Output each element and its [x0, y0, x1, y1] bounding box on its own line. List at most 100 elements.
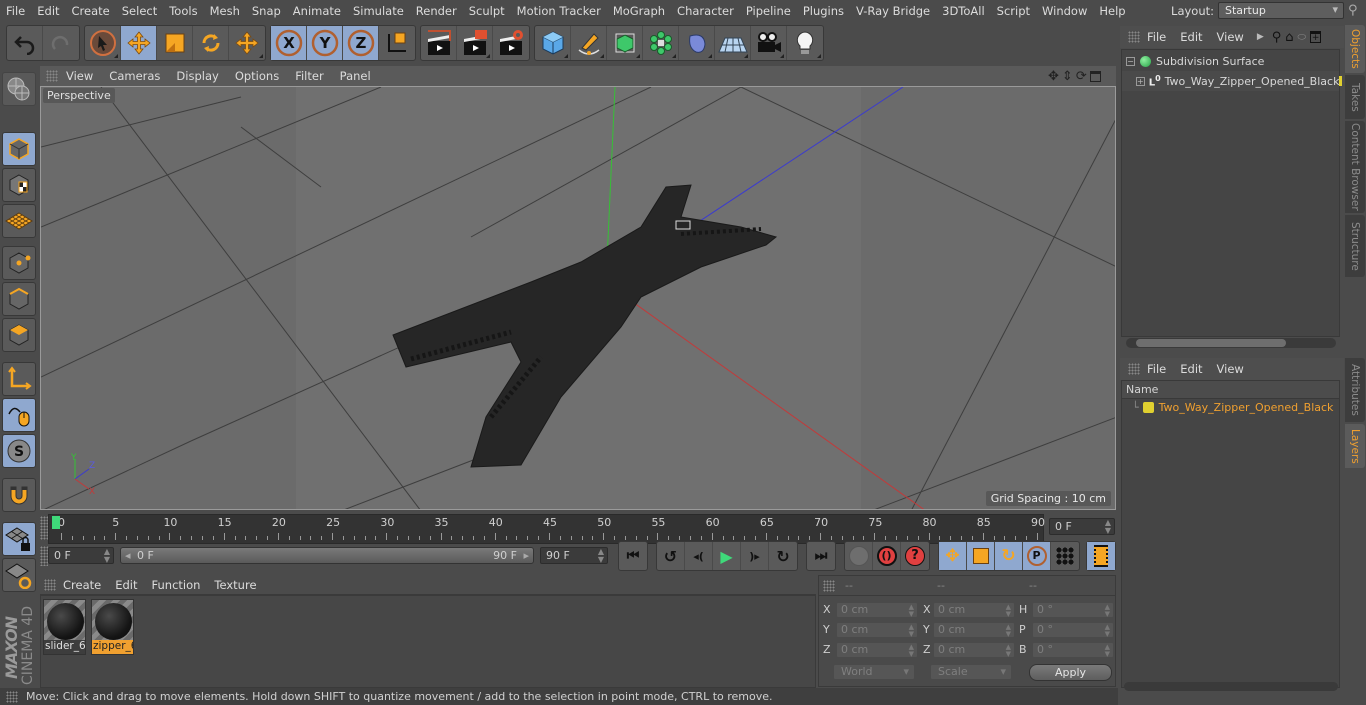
object-row-zipper[interactable]: + L0 Two_Way_Zipper_Opened_Black — [1122, 71, 1339, 91]
viewport-menu-display[interactable]: Display — [168, 69, 226, 83]
menu-mograph[interactable]: MoGraph — [607, 4, 671, 18]
menu-create[interactable]: Create — [66, 4, 116, 18]
model-mode-button[interactable] — [2, 132, 36, 166]
menu-render[interactable]: Render — [410, 4, 463, 18]
layer-panel-grip-icon[interactable] — [1128, 363, 1140, 375]
scroll-thumb[interactable] — [1136, 339, 1286, 347]
menu-sculpt[interactable]: Sculpt — [463, 4, 511, 18]
object-panel-grip-icon[interactable] — [1128, 31, 1140, 43]
cube-object-button[interactable] — [535, 26, 571, 60]
keyframe-selection-button[interactable]: ? — [901, 542, 929, 570]
menu-simulate[interactable]: Simulate — [347, 4, 410, 18]
viewport-menu-cameras[interactable]: Cameras — [101, 69, 168, 83]
menu-pipeline[interactable]: Pipeline — [740, 4, 797, 18]
play-button[interactable]: ▶ — [713, 542, 741, 570]
rotate-tool-button[interactable] — [193, 26, 229, 60]
filter-icon[interactable]: ⬭ — [1298, 32, 1307, 43]
prev-key-button[interactable]: ↺ — [657, 542, 685, 570]
tab-takes[interactable]: Takes — [1345, 75, 1365, 119]
home-icon[interactable]: ⌂ — [1285, 30, 1293, 45]
cloner-button[interactable] — [643, 26, 679, 60]
timeline-grip-icon[interactable] — [40, 516, 48, 540]
timeline-window-button[interactable] — [1087, 542, 1115, 570]
axis-mode-button[interactable] — [2, 362, 36, 396]
timeline-ruler[interactable]: 0 5 10 15 20 25 30 35 40 45 50 55 60 65 70 75 80 85 90 — [48, 514, 1045, 544]
menu-character[interactable]: Character — [671, 4, 740, 18]
layers-menu-file[interactable]: File — [1140, 362, 1173, 376]
tab-content-browser[interactable]: Content Browser — [1345, 121, 1365, 213]
expand-icon[interactable]: + — [1136, 76, 1145, 86]
points-mode-button[interactable] — [2, 246, 36, 280]
range-grip-icon[interactable] — [40, 546, 48, 566]
viewport-menu-panel[interactable]: Panel — [332, 69, 379, 83]
size-y-field[interactable]: 0 cm ▲ ▼ — [933, 622, 1015, 638]
move-tool-button[interactable] — [121, 26, 157, 60]
playhead[interactable] — [52, 516, 60, 529]
camera-button[interactable] — [751, 26, 787, 60]
texture-mode-button[interactable] — [2, 168, 36, 202]
pos-z-field[interactable]: 0 cm ▲ ▼ — [836, 642, 918, 658]
menu-3dtoall[interactable]: 3DToAll — [936, 4, 991, 18]
menu-motion-tracker[interactable]: Motion Tracker — [511, 4, 607, 18]
apply-button[interactable]: Apply — [1029, 664, 1112, 681]
current-frame-field[interactable]: 0 F ▲ ▼ — [1049, 518, 1115, 535]
y-axis-lock-button[interactable]: Y — [307, 26, 343, 60]
prev-frame-button[interactable]: ◂( — [685, 542, 713, 570]
object-row-subdivision-surface[interactable]: − Subdivision Surface — [1122, 51, 1339, 71]
goto-end-button[interactable]: ⏭ — [807, 542, 835, 570]
search-icon[interactable]: ⚲ — [1348, 3, 1366, 18]
menu-select[interactable]: Select — [116, 4, 163, 18]
edges-mode-button[interactable] — [2, 282, 36, 316]
viewport-menu-view[interactable]: View — [58, 69, 101, 83]
make-editable-button[interactable] — [2, 72, 36, 106]
new-window-icon[interactable]: + — [1310, 31, 1322, 43]
frame-range-slider[interactable]: ◂ 0 F 90 F ▸ — [120, 547, 534, 564]
rot-b-field[interactable]: 0 ° ▲ ▼ — [1032, 642, 1114, 658]
menu-file[interactable]: File — [0, 4, 31, 18]
camera-label[interactable]: Perspective — [43, 88, 115, 103]
scale-tool-button[interactable] — [157, 26, 193, 60]
menu-window[interactable]: Window — [1036, 4, 1093, 18]
live-selection-button[interactable] — [85, 26, 121, 60]
x-axis-lock-button[interactable]: X — [271, 26, 307, 60]
key-rotation-button[interactable]: ↻ — [995, 542, 1023, 570]
pos-x-field[interactable]: 0 cm ▲ ▼ — [836, 602, 918, 618]
dolly-view-icon[interactable]: ⇕ — [1062, 69, 1073, 84]
layer-list-scrollbar[interactable] — [1124, 682, 1338, 691]
material-menu-edit[interactable]: Edit — [108, 578, 144, 592]
menu-plugins[interactable]: Plugins — [797, 4, 850, 18]
pos-y-field[interactable]: 0 cm ▲ ▼ — [836, 622, 918, 638]
viewport-menu-filter[interactable]: Filter — [287, 69, 331, 83]
coordinate-space-dropdown[interactable]: World — [833, 664, 915, 680]
menu-tools[interactable]: Tools — [163, 4, 203, 18]
key-position-button[interactable]: ✥ — [939, 542, 967, 570]
tweak-mode-button[interactable] — [2, 398, 36, 432]
size-z-field[interactable]: 0 cm ▲ ▼ — [933, 642, 1015, 658]
redo-button[interactable] — [43, 26, 79, 60]
menu-vray-bridge[interactable]: V-Ray Bridge — [850, 4, 936, 18]
next-key-button[interactable]: ↻ — [769, 542, 797, 570]
workplane-lock-button[interactable] — [2, 522, 36, 556]
layer-color-swatch[interactable] — [1142, 402, 1154, 413]
end-frame-field[interactable]: 90 F ▲ ▼ — [540, 547, 608, 564]
solo-button[interactable]: S — [2, 434, 36, 468]
rot-p-field[interactable]: 0 ° ▲ ▼ — [1032, 622, 1114, 638]
polygons-mode-button[interactable] — [2, 318, 36, 352]
menu-snap[interactable]: Snap — [246, 4, 287, 18]
pan-view-icon[interactable]: ✥ — [1048, 69, 1059, 84]
material-menu-create[interactable]: Create — [56, 578, 108, 592]
more-arrow-icon[interactable]: ▶ — [1257, 32, 1264, 42]
menu-animate[interactable]: Animate — [287, 4, 347, 18]
subdivision-surface-button[interactable] — [607, 26, 643, 60]
key-point-level-button[interactable] — [1051, 542, 1079, 570]
coordinate-system-button[interactable] — [379, 26, 415, 60]
object-list-scrollbar[interactable] — [1126, 338, 1336, 348]
autokeying-button[interactable]: () — [873, 542, 901, 570]
panel-grip-icon[interactable] — [46, 70, 58, 82]
z-axis-lock-button[interactable]: Z — [343, 26, 379, 60]
toggle-layout-icon[interactable] — [1089, 70, 1101, 82]
render-to-picture-viewer-button[interactable] — [457, 26, 493, 60]
render-view-button[interactable] — [421, 26, 457, 60]
next-frame-button[interactable]: )▸ — [741, 542, 769, 570]
material-zipper[interactable]: zipper_6 — [91, 599, 134, 655]
